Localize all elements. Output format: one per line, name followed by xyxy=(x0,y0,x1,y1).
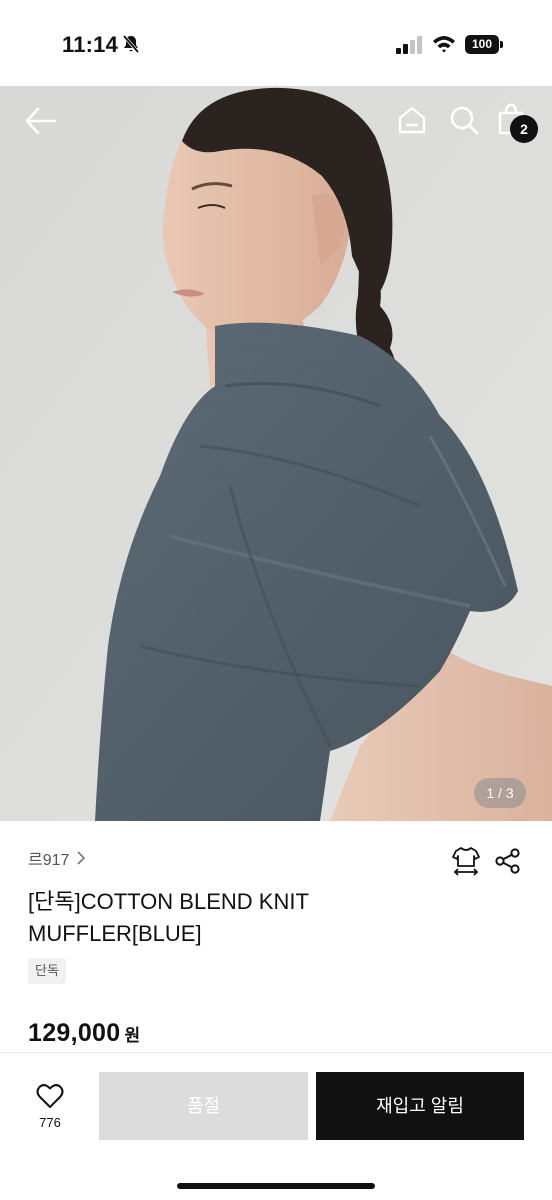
price-unit: 원 xyxy=(124,1026,141,1045)
back-arrow-icon[interactable] xyxy=(22,104,60,138)
brand-name: 르917 xyxy=(28,852,70,869)
status-time: 11:14 xyxy=(62,32,119,57)
status-bar: 11:14 100 xyxy=(0,0,552,86)
home-indicator[interactable] xyxy=(177,1183,375,1189)
image-page-indicator: 1 / 3 xyxy=(474,778,526,808)
chevron-right-icon xyxy=(77,851,86,865)
battery-level: 100 xyxy=(465,35,499,54)
restock-alert-button[interactable]: 재입고 알림 xyxy=(316,1072,524,1140)
price-value: 129,000 xyxy=(28,1019,121,1047)
product-title: [단독]COTTON BLEND KNIT MUFFLER[BLUE] xyxy=(28,889,309,946)
like-button[interactable]: 776 xyxy=(24,1083,76,1133)
bottom-action-bar: 776 품절 재입고 알림 xyxy=(0,1052,552,1200)
cart-count-badge: 2 xyxy=(510,115,538,143)
product-photo xyxy=(0,86,552,821)
exclusive-badge: 단독 xyxy=(28,958,66,984)
price: 129,000 원 xyxy=(28,1019,140,1048)
wifi-icon xyxy=(433,36,455,53)
battery-icon: 100 xyxy=(465,35,503,54)
search-icon[interactable] xyxy=(449,104,479,136)
soldout-button[interactable]: 품절 xyxy=(99,1072,308,1140)
like-count: 776 xyxy=(39,1115,61,1130)
size-guide-icon[interactable] xyxy=(452,846,480,876)
bell-off-icon xyxy=(122,34,140,54)
heart-icon xyxy=(36,1084,64,1108)
home-icon[interactable] xyxy=(396,104,428,136)
signal-icon xyxy=(396,36,422,54)
product-image-gallery[interactable]: 2 1 / 3 xyxy=(0,86,552,821)
brand-link[interactable]: 르917 xyxy=(28,846,87,870)
share-icon[interactable] xyxy=(494,847,522,875)
